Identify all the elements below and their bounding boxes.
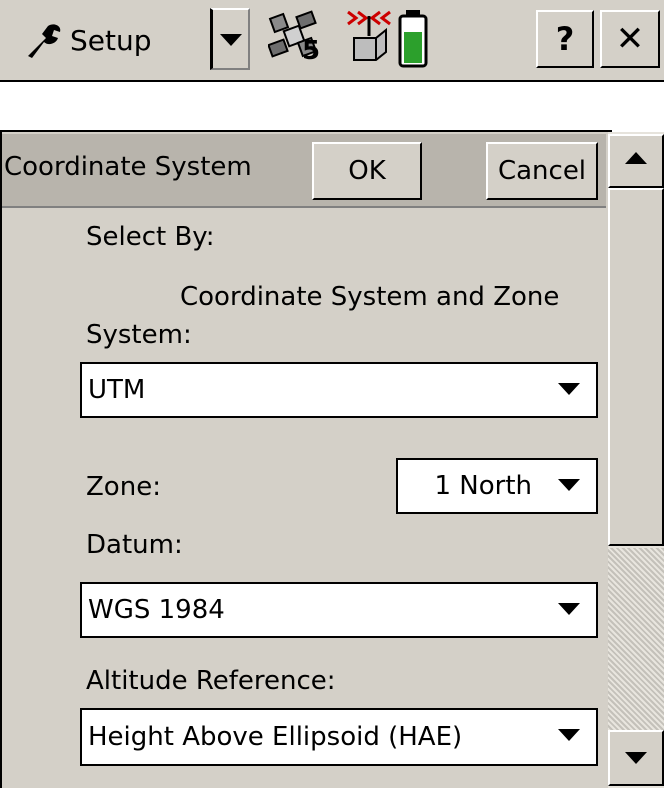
wrench-icon [28,24,61,58]
dropdown-arrow-icon [558,603,580,615]
help-button[interactable]: ? [536,10,594,68]
cancel-button[interactable]: Cancel [486,142,598,200]
dropdown-arrow-icon [220,34,242,46]
select-by-label: Select By: [86,222,215,252]
scrollbar-thumb[interactable] [608,188,664,546]
system-value: UTM [88,375,146,405]
select-by-value: Coordinate System and Zone [180,282,560,312]
form-title: Coordinate System [4,152,252,182]
altitude-reference-dropdown[interactable]: Height Above Ellipsoid (HAE) [80,708,598,766]
altitude-reference-value: Height Above Ellipsoid (HAE) [88,722,463,752]
close-button[interactable]: ✕ [600,10,660,68]
system-dropdown[interactable]: UTM [80,362,598,418]
dropdown-arrow-icon [558,383,580,395]
zone-dropdown[interactable]: 1 North [396,458,598,514]
scroll-down-button[interactable] [608,730,664,786]
datum-label: Datum: [86,530,183,560]
scroll-up-button[interactable] [608,134,664,188]
app-menu-label: Setup [70,23,152,57]
altitude-reference-label: Altitude Reference: [86,666,336,696]
scroll-up-icon [625,152,647,164]
battery-icon [398,10,428,68]
zone-label: Zone: [86,472,161,502]
satellite-count: 5 [302,36,321,66]
scrollbar-track[interactable] [608,548,664,744]
status-strip [0,84,664,130]
datum-value: WGS 1984 [88,595,225,625]
ok-button[interactable]: OK [312,142,422,200]
dropdown-arrow-icon [558,479,580,491]
scroll-down-icon [625,752,647,764]
app-menu-button[interactable]: Setup [22,6,208,74]
datum-dropdown[interactable]: WGS 1984 [80,582,598,638]
system-label: System: [86,320,192,350]
app-menu-dropdown-button[interactable] [210,8,250,70]
zone-value: 1 North [434,471,532,501]
radio-icon [347,10,391,61]
dropdown-arrow-icon [558,729,580,741]
